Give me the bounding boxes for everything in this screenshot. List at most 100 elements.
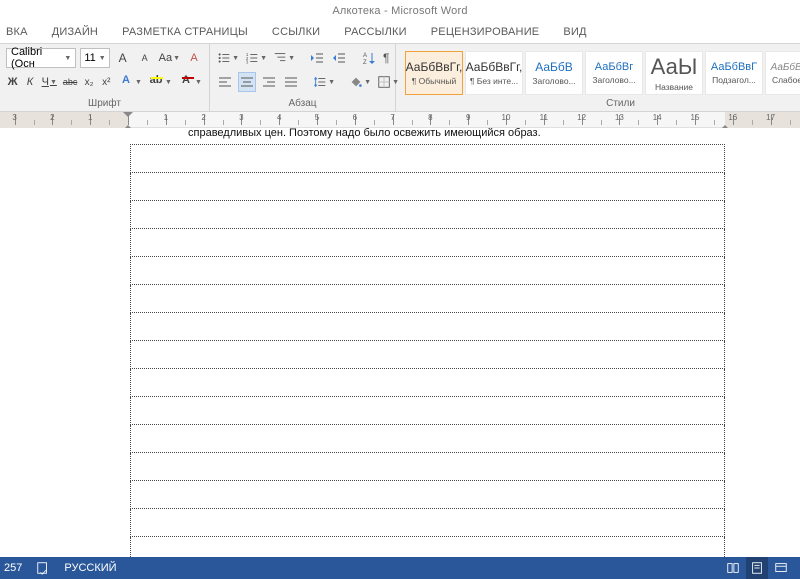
- table-cell[interactable]: [131, 313, 725, 341]
- pilcrow-icon: ¶: [383, 51, 389, 65]
- borders-icon: [377, 74, 391, 90]
- style-subtle-emphasis[interactable]: АаБбВвГг Слабое в...: [765, 51, 800, 95]
- table-cell[interactable]: [131, 229, 725, 257]
- table-row[interactable]: [131, 537, 725, 558]
- view-web-button[interactable]: [770, 557, 792, 579]
- font-size-select[interactable]: 11▼: [80, 48, 109, 68]
- style-normal[interactable]: АаБбВвГг, ¶ Обычный: [405, 51, 463, 95]
- bold-button[interactable]: Ж: [6, 72, 19, 92]
- document-table[interactable]: [130, 144, 725, 557]
- status-language[interactable]: РУССКИЙ: [64, 562, 116, 574]
- style-heading2[interactable]: АаБбВг Заголово...: [585, 51, 643, 95]
- table-cell[interactable]: [131, 509, 725, 537]
- table-row[interactable]: [131, 229, 725, 257]
- style-subtitle[interactable]: АаБбВвГ Подзагол...: [705, 51, 763, 95]
- table-row[interactable]: [131, 173, 725, 201]
- clear-formatting-button[interactable]: A: [185, 48, 203, 68]
- view-print-button[interactable]: [746, 557, 768, 579]
- shading-button[interactable]: ▼: [348, 72, 372, 92]
- table-row[interactable]: [131, 509, 725, 537]
- chevron-down-icon: ▼: [64, 55, 71, 62]
- show-marks-button[interactable]: ¶: [382, 48, 390, 68]
- status-proofing[interactable]: [36, 561, 50, 575]
- tab-design[interactable]: ДИЗАЙН: [40, 22, 110, 43]
- document-area[interactable]: справедливых цен. Поэтому надо было осве…: [0, 128, 800, 557]
- style-heading1[interactable]: АаБбВ Заголово...: [525, 51, 583, 95]
- view-read-button[interactable]: [722, 557, 744, 579]
- table-row[interactable]: [131, 145, 725, 173]
- table-cell[interactable]: [131, 201, 725, 229]
- ribbon: Calibri (Осн▼ 11▼ A A Aa▼ A Ж К Ч▼ abc x…: [0, 44, 800, 112]
- align-center-button[interactable]: [238, 72, 256, 92]
- horizontal-ruler[interactable]: 3211234567891011121314151617: [0, 112, 800, 128]
- line-spacing-button[interactable]: ▼: [312, 72, 336, 92]
- table-cell[interactable]: [131, 453, 725, 481]
- increase-indent-button[interactable]: [330, 48, 348, 68]
- highlight-button[interactable]: ab▼: [147, 72, 173, 92]
- grow-font-button[interactable]: A: [114, 48, 132, 68]
- group-font-label: Шрифт: [6, 98, 203, 109]
- status-page[interactable]: 257: [4, 562, 22, 574]
- align-right-button[interactable]: [260, 72, 278, 92]
- align-left-button[interactable]: [216, 72, 234, 92]
- group-font: Calibri (Осн▼ 11▼ A A Aa▼ A Ж К Ч▼ abc x…: [0, 44, 210, 111]
- justify-button[interactable]: [282, 72, 300, 92]
- italic-button[interactable]: К: [23, 72, 36, 92]
- sort-button[interactable]: AZ: [360, 48, 378, 68]
- ribbon-tabs: ВКА ДИЗАЙН РАЗМЕТКА СТРАНИЦЫ ССЫЛКИ РАСС…: [0, 22, 800, 44]
- group-paragraph: ▼ 123▼ ▼ AZ: [210, 44, 396, 111]
- line-spacing-icon: [313, 74, 327, 90]
- numbering-button[interactable]: 123▼: [244, 48, 268, 68]
- tab-page-layout[interactable]: РАЗМЕТКА СТРАНИЦЫ: [110, 22, 260, 43]
- table-cell[interactable]: [131, 145, 725, 173]
- table-row[interactable]: [131, 453, 725, 481]
- tab-insert-cut[interactable]: ВКА: [6, 22, 40, 43]
- indent-icon: [331, 50, 347, 66]
- table-row[interactable]: [131, 201, 725, 229]
- table-cell[interactable]: [131, 481, 725, 509]
- tab-view[interactable]: ВИД: [551, 22, 598, 43]
- table-row[interactable]: [131, 341, 725, 369]
- tab-mailings[interactable]: РАССЫЛКИ: [332, 22, 418, 43]
- table-row[interactable]: [131, 313, 725, 341]
- superscript-button[interactable]: x²: [100, 72, 113, 92]
- strikethrough-button[interactable]: abc: [62, 72, 79, 92]
- body-text-fragment[interactable]: справедливых цен. Поэтому надо было осве…: [188, 128, 541, 139]
- multilevel-button[interactable]: ▼: [272, 48, 296, 68]
- font-color-button[interactable]: A▼: [177, 72, 203, 92]
- table-row[interactable]: [131, 285, 725, 313]
- decrease-indent-button[interactable]: [308, 48, 326, 68]
- align-center-icon: [239, 74, 255, 90]
- subscript-button[interactable]: x₂: [82, 72, 95, 92]
- table-cell[interactable]: [131, 369, 725, 397]
- group-styles: АаБбВвГг, ¶ Обычный АаБбВвГг, ¶ Без инте…: [396, 44, 800, 111]
- table-row[interactable]: [131, 369, 725, 397]
- proofing-icon: [36, 561, 50, 575]
- sort-icon: AZ: [361, 50, 377, 66]
- table-row[interactable]: [131, 481, 725, 509]
- table-cell[interactable]: [131, 341, 725, 369]
- tab-references[interactable]: ССЫЛКИ: [260, 22, 332, 43]
- font-name-value: Calibri (Осн: [11, 46, 64, 70]
- style-no-spacing[interactable]: АаБбВвГг, ¶ Без инте...: [465, 51, 523, 95]
- style-title[interactable]: АаЫ Название: [645, 51, 703, 95]
- bullets-button[interactable]: ▼: [216, 48, 240, 68]
- shrink-font-button[interactable]: A: [136, 48, 154, 68]
- table-cell[interactable]: [131, 537, 725, 558]
- underline-button[interactable]: Ч▼: [41, 72, 58, 92]
- table-row[interactable]: [131, 425, 725, 453]
- table-row[interactable]: [131, 257, 725, 285]
- outdent-icon: [309, 50, 325, 66]
- table-cell[interactable]: [131, 397, 725, 425]
- change-case-button[interactable]: Aa▼: [158, 48, 181, 68]
- font-name-select[interactable]: Calibri (Осн▼: [6, 48, 76, 68]
- table-cell[interactable]: [131, 173, 725, 201]
- table-cell[interactable]: [131, 285, 725, 313]
- table-row[interactable]: [131, 397, 725, 425]
- tab-review[interactable]: РЕЦЕНЗИРОВАНИЕ: [419, 22, 552, 43]
- font-size-value: 11: [84, 52, 95, 64]
- text-effects-button[interactable]: A▼: [117, 72, 143, 92]
- table-cell[interactable]: [131, 257, 725, 285]
- table-cell[interactable]: [131, 425, 725, 453]
- window-title: Алкотека - Microsoft Word: [332, 5, 467, 17]
